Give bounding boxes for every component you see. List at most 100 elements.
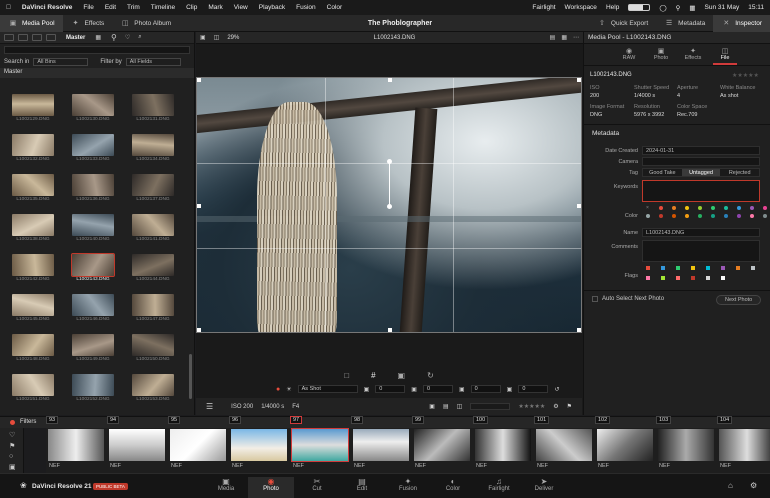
- straighten-handle-center[interactable]: [387, 204, 392, 209]
- page-fusion[interactable]: ✦ Fusion: [385, 477, 431, 492]
- color-swatch[interactable]: [737, 214, 741, 218]
- color-swatch[interactable]: [750, 214, 754, 218]
- flag-swatch[interactable]: [751, 266, 755, 270]
- favorite-icon[interactable]: ♡: [125, 34, 130, 41]
- file-rating-stars[interactable]: ★★★★★: [732, 72, 759, 79]
- control-center-icon[interactable]: ▦: [689, 4, 695, 12]
- auto-select-checkbox[interactable]: [592, 296, 598, 302]
- import-icon[interactable]: [32, 34, 42, 41]
- menu-file[interactable]: File: [83, 4, 93, 11]
- crop-handle-top[interactable]: [388, 78, 392, 82]
- media-thumbnail[interactable]: L1002133.DNG: [72, 134, 114, 162]
- photo-canvas[interactable]: [196, 77, 582, 333]
- media-thumbnail[interactable]: L1002131.DNG: [132, 94, 174, 122]
- crop-handle-bottom[interactable]: [388, 328, 392, 332]
- camera-field[interactable]: [642, 157, 760, 166]
- home-icon[interactable]: ⌂: [728, 481, 733, 490]
- flag-swatch[interactable]: [706, 276, 710, 280]
- media-thumbnail[interactable]: L1002130.DNG: [72, 94, 114, 122]
- exposure-value[interactable]: 0: [470, 385, 501, 393]
- page-deliver[interactable]: ➤ Deliver: [521, 477, 567, 492]
- crop-handle-tl[interactable]: [197, 78, 201, 82]
- tag-good-take[interactable]: Good Take: [643, 169, 682, 176]
- favorite-filter-icon[interactable]: ♡: [9, 431, 15, 439]
- keyword-filter-icon[interactable]: ▣: [9, 463, 16, 471]
- transform-icon[interactable]: □: [344, 371, 349, 380]
- keywords-field[interactable]: [642, 180, 760, 202]
- breadcrumb[interactable]: Master: [0, 68, 194, 78]
- rating-stars[interactable]: ★★★★★: [518, 403, 545, 410]
- page-color[interactable]: ◐ Color: [430, 477, 476, 492]
- settings-sliders-icon[interactable]: ☰: [206, 402, 213, 411]
- menu-workspace[interactable]: Workspace: [565, 4, 597, 11]
- color-swatch[interactable]: [698, 206, 702, 210]
- media-thumbnail[interactable]: L1002146.DNG: [72, 294, 114, 322]
- page-media[interactable]: ▣ Media: [203, 477, 249, 492]
- white-balance-select[interactable]: As Shot: [297, 385, 358, 393]
- metadata-button[interactable]: ☰ Metadata: [656, 15, 713, 32]
- split-icon[interactable]: ▦: [561, 34, 567, 41]
- filters-label[interactable]: Filters: [20, 419, 36, 425]
- flag-swatch[interactable]: [691, 266, 695, 270]
- filmstrip-cell[interactable]: 98 NEF: [351, 416, 411, 473]
- filter-by-select[interactable]: All Fields: [125, 58, 181, 66]
- menu-color[interactable]: Color: [327, 4, 343, 11]
- media-thumbnail[interactable]: L1002142.DNG: [12, 254, 54, 282]
- menu-help[interactable]: Help: [606, 4, 619, 11]
- crop-handle-left[interactable]: [197, 204, 201, 208]
- media-thumbnail[interactable]: L1002136.DNG: [72, 174, 114, 202]
- date-created-field[interactable]: 2024-01-31: [642, 146, 760, 155]
- flag-settings-icon[interactable]: ⚙: [553, 403, 558, 410]
- flag-swatch[interactable]: [661, 266, 665, 270]
- filmstrip-cell[interactable]: 99 NEF: [412, 416, 472, 473]
- menu-app[interactable]: DaVinci Resolve: [22, 4, 72, 11]
- color-swatch[interactable]: [711, 214, 715, 218]
- flag-swatch[interactable]: [736, 266, 740, 270]
- search-toggle-icon[interactable]: ⚲: [111, 33, 117, 42]
- media-thumbnail[interactable]: L1002134.DNG: [132, 134, 174, 162]
- flag-swatch[interactable]: [646, 266, 650, 270]
- search-icon[interactable]: ⚲: [676, 4, 681, 12]
- zoom-level[interactable]: 29%: [227, 35, 239, 41]
- filmstrip-cell[interactable]: 102 NEF: [595, 416, 655, 473]
- media-thumbnail[interactable]: L1002129.DNG: [12, 94, 54, 122]
- scrollbar[interactable]: [189, 354, 192, 399]
- media-thumbnail[interactable]: L1002152.DNG: [72, 374, 114, 402]
- filmstrip-cell[interactable]: 103 NEF: [656, 416, 716, 473]
- menu-edit[interactable]: Edit: [105, 4, 116, 11]
- menu-clip[interactable]: Clip: [186, 4, 197, 11]
- search-input[interactable]: [4, 46, 190, 54]
- straighten-handle-top[interactable]: [387, 159, 392, 164]
- quick-export-button[interactable]: ⇧ Quick Export: [589, 15, 656, 32]
- flag-swatch[interactable]: [691, 276, 695, 280]
- compare-view-icon[interactable]: ▤: [443, 403, 449, 410]
- crop-handle-bl[interactable]: [197, 328, 201, 332]
- menu-mark[interactable]: Mark: [208, 4, 222, 11]
- filmstrip-cell[interactable]: 93 NEF: [46, 416, 106, 473]
- battery-icon[interactable]: [628, 4, 651, 11]
- comments-field[interactable]: [642, 240, 760, 262]
- export-frame-icon[interactable]: ◫: [457, 403, 463, 410]
- bin-name[interactable]: Master: [66, 35, 85, 41]
- filmstrip-cell[interactable]: 100 NEF: [473, 416, 533, 473]
- color-swatch[interactable]: [659, 214, 663, 218]
- tools-icon[interactable]: ▣: [429, 403, 435, 410]
- media-thumbnail[interactable]: L1002150.DNG: [132, 334, 174, 362]
- flag-swatch[interactable]: [676, 266, 680, 270]
- tab-file[interactable]: ◫ File: [713, 44, 737, 65]
- flag-swatch[interactable]: [661, 276, 665, 280]
- tab-raw[interactable]: ◉ RAW: [617, 44, 641, 65]
- crop-handle-br[interactable]: [577, 328, 581, 332]
- page-fairlight[interactable]: ♫ Fairlight: [476, 477, 522, 492]
- crop-handle-right[interactable]: [577, 204, 581, 208]
- contrast-value[interactable]: 0: [518, 385, 549, 393]
- filmstrip-cell[interactable]: 101 NEF: [534, 416, 594, 473]
- bin-list-icon[interactable]: [18, 34, 28, 41]
- flag-swatch[interactable]: [676, 276, 680, 280]
- more-icon[interactable]: ⋯: [573, 34, 579, 41]
- filmstrip-cell[interactable]: 96 NEF: [229, 416, 289, 473]
- flag-filter-icon[interactable]: ⚑: [9, 442, 15, 450]
- color-none[interactable]: ×: [646, 206, 650, 211]
- wb-icon[interactable]: ☀: [286, 386, 291, 393]
- sort-icon[interactable]: [46, 34, 56, 41]
